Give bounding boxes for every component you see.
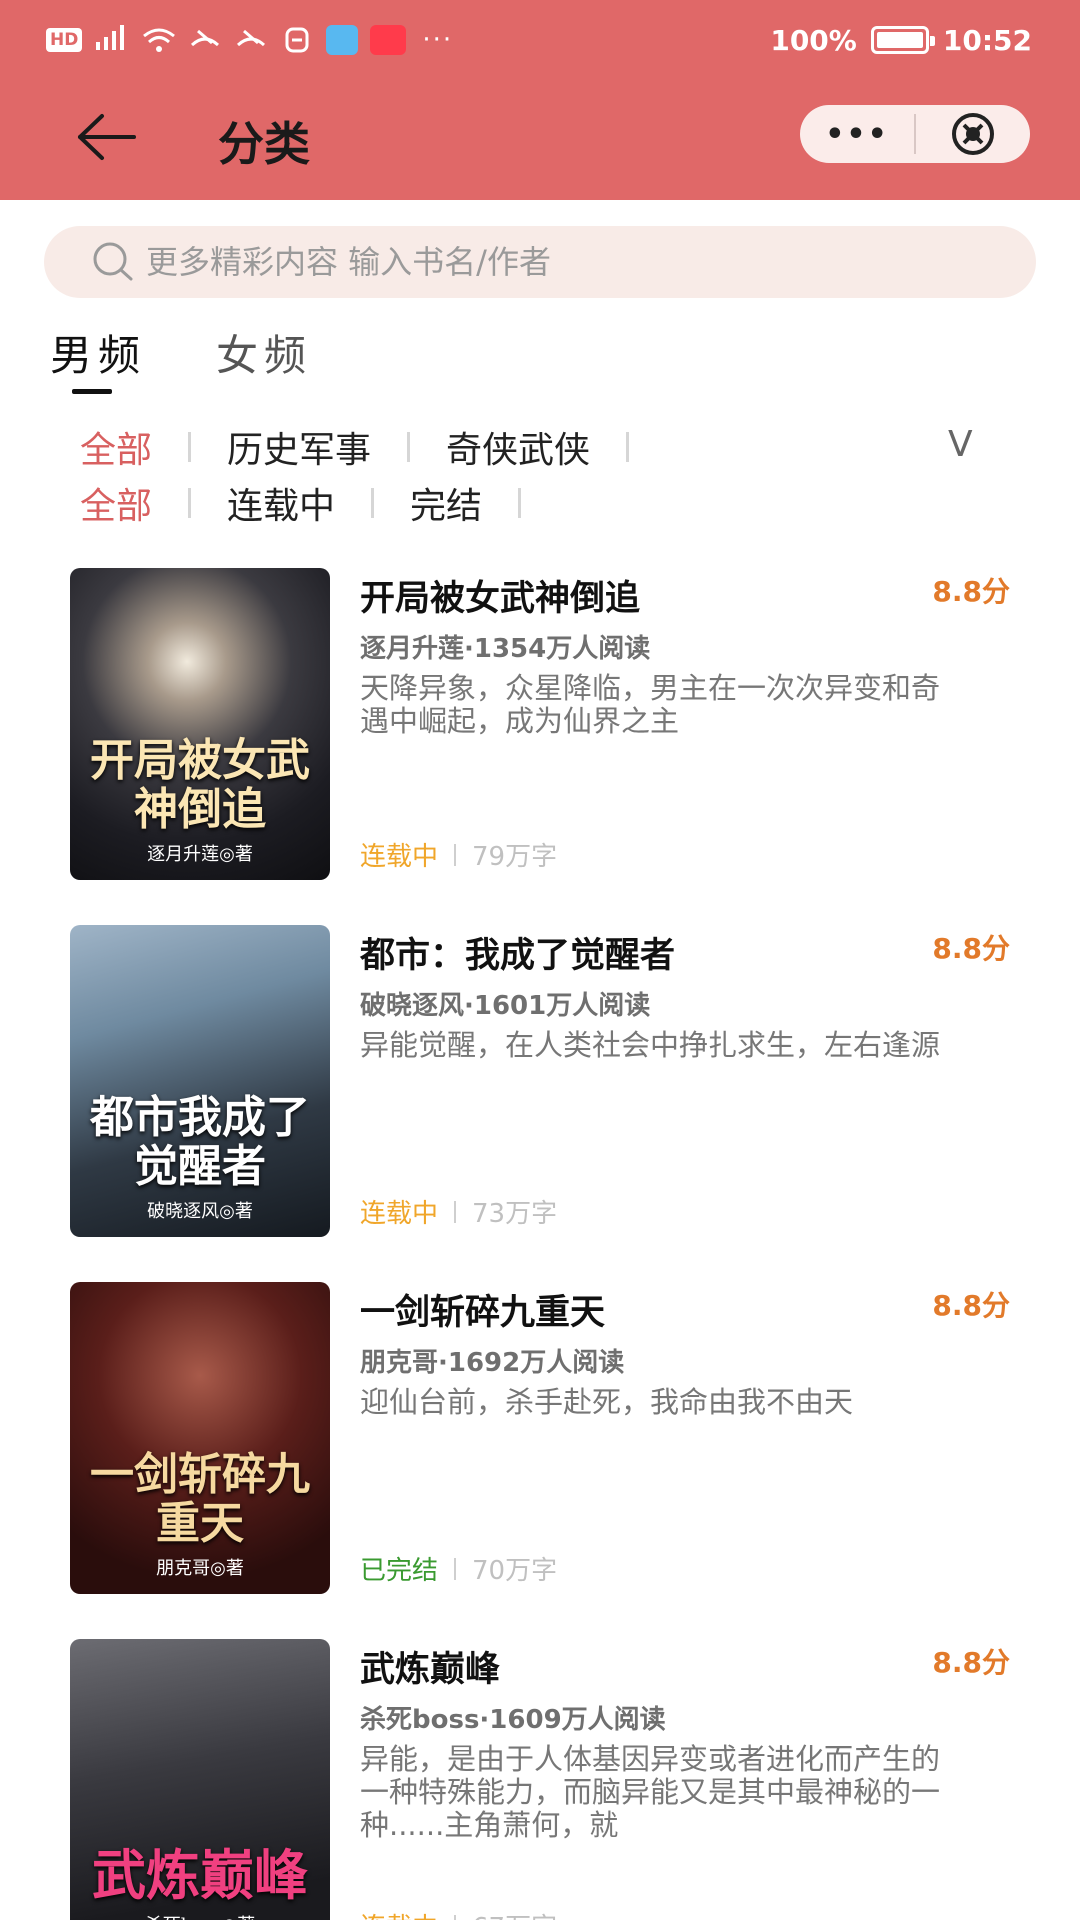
close-circle-icon — [952, 113, 994, 155]
tab-female-label: 女频 — [216, 331, 313, 380]
signal-icon — [94, 22, 130, 58]
tab-male[interactable]: 男频 — [50, 322, 147, 394]
battery-percent: 100% — [770, 23, 857, 57]
filter-separator — [188, 432, 192, 462]
status-filter: 全部 连载中 完结 — [80, 477, 557, 529]
book-score: 8.8分 — [932, 1289, 1010, 1322]
wifi-icon — [142, 25, 176, 55]
title-bar: 分类 ••• — [0, 80, 1080, 200]
book-title[interactable]: 武炼巅峰 — [360, 1641, 500, 1692]
book-cover[interactable]: 武炼巅峰 杀死boss◎著 — [70, 1639, 330, 1920]
back-button[interactable] — [66, 102, 146, 172]
book-meta: 破晓逐风·1601万人阅读 — [360, 991, 651, 1021]
video-app-icon — [370, 25, 407, 55]
book-app-icon — [326, 25, 359, 55]
search-bar[interactable] — [44, 226, 1036, 298]
filter-category-all[interactable]: 全部 — [80, 421, 152, 473]
word-count: 67万字 — [472, 1907, 557, 1920]
active-tab-indicator — [72, 389, 112, 394]
footer-separator — [454, 1200, 457, 1223]
filter-separator — [626, 432, 630, 462]
book-cover[interactable]: 一剑斩碎九重天 朋克哥◎著 — [70, 1282, 330, 1594]
book-meta: 杀死boss·1609万人阅读 — [360, 1705, 666, 1735]
footer-separator — [454, 843, 457, 866]
book-title[interactable]: 一剑斩碎九重天 — [360, 1284, 605, 1335]
book-footer: 已完结 70万字 — [360, 1550, 557, 1587]
more-button[interactable]: ••• — [800, 105, 914, 163]
missed-call-icon — [234, 25, 268, 55]
book-description: 异能，是由于人体基因异变或者进化而产生的一种特殊能力，而脑异能又是其中最神秘的一… — [360, 1742, 941, 1842]
arrow-left-icon — [78, 114, 136, 160]
cover-author: 朋克哥◎著 — [156, 1558, 244, 1579]
app-notification-icon — [280, 25, 314, 55]
book-footer: 连载中 79万字 — [360, 836, 557, 873]
cover-title: 武炼巅峰 — [92, 1842, 308, 1907]
book-footer: 连载中 67万字 — [360, 1907, 557, 1920]
book-score: 8.8分 — [932, 932, 1010, 965]
filter-status-finished[interactable]: 完结 — [410, 477, 482, 529]
tab-female[interactable]: 女频 — [216, 322, 312, 382]
clock: 10:52 — [942, 23, 1032, 57]
status-bar: HD ··· 100% 10:52 — [0, 0, 1080, 80]
book-meta: 朋克哥·1692万人阅读 — [360, 1348, 625, 1378]
book-footer: 连载中 73万字 — [360, 1193, 557, 1230]
mini-program-capsule: ••• — [800, 105, 1030, 163]
book-score: 8.8分 — [932, 575, 1010, 608]
app-header: HD ··· 100% 10:52 分类 ••• — [0, 0, 1080, 200]
filter-status-ongoing[interactable]: 连载中 — [227, 477, 335, 529]
book-cover[interactable]: 开局被女武神倒追 逐月升莲◎著 — [70, 568, 330, 880]
filter-status-all[interactable]: 全部 — [80, 477, 152, 529]
book-item[interactable]: 开局被女武神倒追 逐月升莲◎著 开局被女武神倒追 8.8分 逐月升莲·1354万… — [70, 568, 1010, 880]
cover-author: 逐月升莲◎著 — [147, 844, 253, 865]
book-cover[interactable]: 都市我成了觉醒者 破晓逐风◎著 — [70, 925, 330, 1237]
status-left: HD ··· — [46, 20, 453, 60]
book-score: 8.8分 — [932, 1646, 1010, 1679]
page-title: 分类 — [218, 117, 310, 171]
expand-filters-button[interactable]: V — [948, 424, 973, 465]
footer-separator — [454, 1557, 457, 1580]
word-count: 73万字 — [472, 1199, 558, 1229]
filter-separator — [371, 488, 375, 518]
book-meta: 逐月升莲·1354万人阅读 — [360, 634, 651, 664]
cover-author: 破晓逐风◎著 — [147, 1201, 253, 1222]
book-status: 连载中 — [360, 842, 439, 872]
filter-separator — [518, 488, 522, 518]
book-description: 迎仙台前，杀手赴死，我命由我不由天 — [360, 1385, 854, 1419]
book-description: 异能觉醒，在人类社会中挣扎求生，左右逢源 — [360, 1028, 941, 1062]
search-input[interactable] — [146, 243, 966, 281]
book-item[interactable]: 武炼巅峰 杀死boss◎著 武炼巅峰 8.8分 杀死boss·1609万人阅读 … — [70, 1639, 1010, 1920]
battery-fill — [876, 32, 923, 48]
hd-icon: HD — [46, 28, 83, 52]
cover-author: 杀死boss◎著 — [70, 1911, 330, 1920]
category-filter: 全部 历史军事 奇侠武侠 — [80, 421, 665, 473]
book-status: 连载中 — [360, 1199, 439, 1229]
footer-separator — [454, 1914, 457, 1920]
cover-title: 一剑斩碎九重天 — [90, 1449, 310, 1549]
word-count: 70万字 — [472, 1556, 558, 1586]
book-description: 天降异象，众星降临，男主在一次次异变和奇遇中崛起，成为仙界之主 — [360, 671, 941, 738]
more-notifications-icon: ··· — [422, 25, 454, 55]
tab-male-label: 男频 — [50, 331, 147, 380]
book-item[interactable]: 一剑斩碎九重天 朋克哥◎著 一剑斩碎九重天 8.8分 朋克哥·1692万人阅读 … — [70, 1282, 1010, 1594]
missed-call-icon — [188, 25, 222, 55]
book-item[interactable]: 都市我成了觉醒者 破晓逐风◎著 都市：我成了觉醒者 8.8分 破晓逐风·1601… — [70, 925, 1010, 1237]
close-button[interactable] — [916, 105, 1030, 163]
filter-category-wuxia[interactable]: 奇侠武侠 — [446, 421, 590, 473]
filter-category-history[interactable]: 历史军事 — [227, 421, 371, 473]
word-count: 79万字 — [472, 842, 558, 872]
book-status: 连载中 — [360, 1907, 438, 1920]
book-title[interactable]: 开局被女武神倒追 — [360, 570, 640, 621]
filter-separator — [407, 432, 411, 462]
filter-separator — [188, 488, 192, 518]
cover-title: 开局被女武神倒追 — [90, 735, 310, 835]
cover-title: 都市我成了觉醒者 — [90, 1092, 310, 1192]
gender-tabs: 男频 女频 — [50, 322, 312, 394]
book-status: 已完结 — [360, 1556, 439, 1586]
battery-icon — [870, 26, 935, 54]
status-right: 100% 10:52 — [770, 20, 1032, 60]
search-icon — [93, 242, 133, 281]
book-title[interactable]: 都市：我成了觉醒者 — [360, 927, 675, 978]
